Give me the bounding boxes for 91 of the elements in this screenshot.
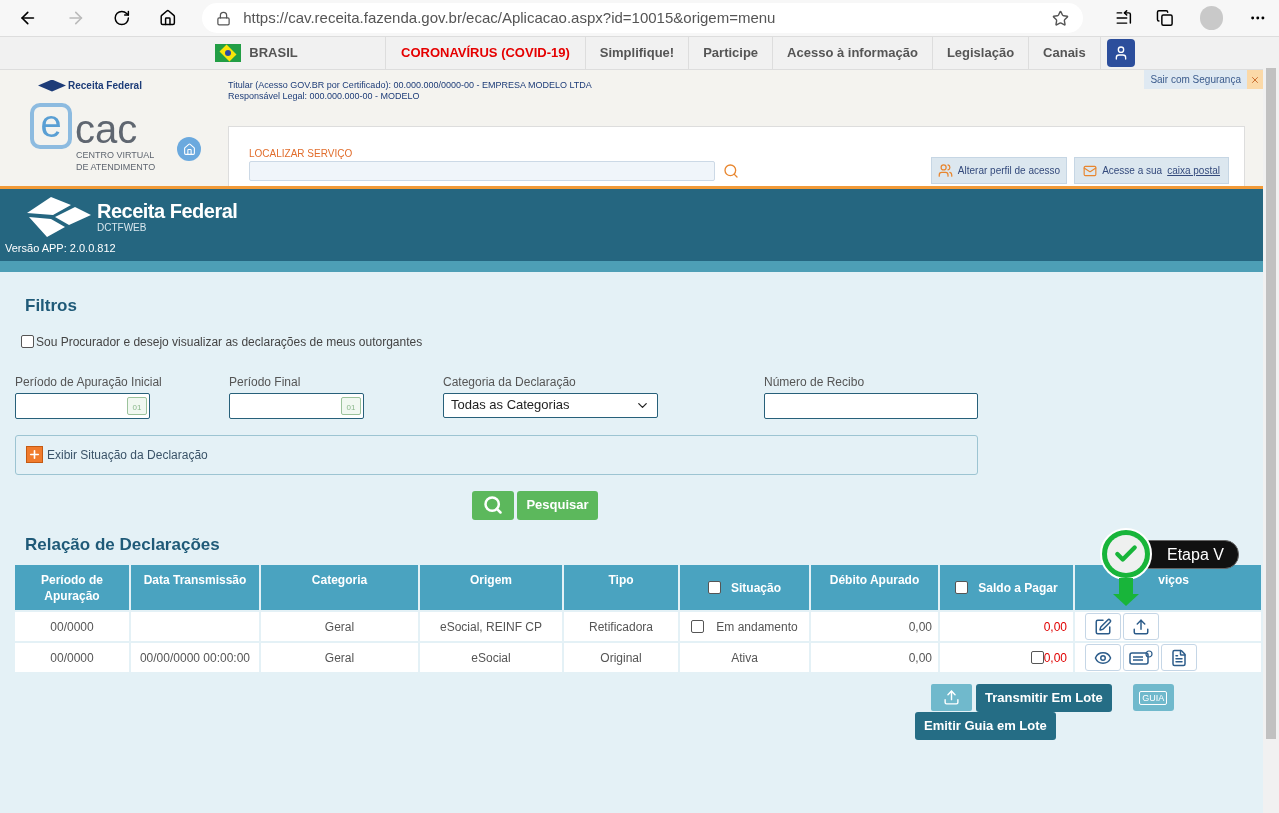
gov-nav-link[interactable]: Canais	[1029, 37, 1101, 69]
edit-button[interactable]	[1085, 613, 1121, 640]
column-header: Situação	[680, 565, 809, 610]
mail-icon	[1083, 163, 1098, 178]
receipt-number-field[interactable]	[764, 392, 978, 419]
mailbox-text: Acesse a sua	[1102, 164, 1163, 178]
mailbox-link[interactable]: caixa postal	[1167, 163, 1220, 178]
search-icon[interactable]	[723, 163, 739, 179]
checkbox[interactable]	[691, 620, 705, 633]
accessibility-icon[interactable]	[1106, 39, 1135, 67]
service-search-field[interactable]	[249, 161, 715, 181]
procurador-label: Sou Procurador e desejo visualizar as declarações de meus outorgantes	[36, 333, 423, 351]
calendar-icon: 01	[127, 396, 147, 415]
document-icon	[1170, 648, 1188, 667]
reload-icon[interactable]	[113, 9, 131, 27]
transmit-batch-tooltip: Transmitir Em Lote	[976, 684, 1112, 712]
field-label: Categoria da Declaração	[443, 373, 577, 391]
receita-federal-emblem	[25, 195, 93, 239]
table-cell: 0,00	[811, 643, 938, 672]
field-label: Número de Recibo	[764, 373, 866, 391]
gov-nav-link[interactable]: CORONAVÍRUS (COVID-19)	[386, 37, 586, 69]
step-marker-icon	[1100, 528, 1152, 606]
legal-representative-info: Responsável Legal: 000.000.000-00 - MODELO	[228, 91, 421, 102]
column-header: Saldo a Pagar	[940, 565, 1073, 610]
change-profile-button[interactable]: Alterar perfil de acesso	[930, 157, 1068, 184]
flag-icon	[215, 44, 242, 62]
upload-button[interactable]	[1123, 613, 1159, 640]
table-cell: Original	[564, 643, 678, 672]
checkbox[interactable]	[955, 581, 969, 594]
gov-nav-link[interactable]: Legislação	[932, 37, 1030, 69]
checkbox[interactable]	[21, 335, 34, 348]
search-icon	[483, 495, 504, 515]
upload-icon	[1132, 617, 1150, 636]
home-icon[interactable]	[158, 9, 177, 27]
field-label: Período de Apuração Inicial	[15, 373, 163, 391]
table-cell: 0,00	[811, 612, 938, 641]
column-header: Data Transmissão	[131, 565, 259, 610]
upload-icon	[943, 689, 960, 706]
address-bar[interactable]: https://cav.receita.fazenda.gov.br/ecac/Aplicacao.aspx?id=10015&origem=menu	[202, 3, 1083, 33]
situation-toggle[interactable]: Exibir Situação da Declaração	[47, 445, 208, 464]
declarations-title: Relação de Declarações	[25, 533, 220, 556]
document-button[interactable]	[1161, 644, 1197, 671]
card-icon	[1129, 649, 1153, 666]
star-icon[interactable]	[1051, 9, 1069, 27]
table-cell: Geral	[261, 643, 418, 672]
table-cell: eSocial	[420, 643, 562, 672]
table-cell: Retificadora	[564, 612, 678, 641]
column-header: Tipo	[564, 565, 678, 610]
country-label: BRASIL	[249, 44, 298, 63]
gov-nav-link[interactable]: Simplifique!	[585, 37, 690, 69]
gov-nav-link[interactable]: Acesso à informação	[773, 37, 933, 69]
category-select[interactable]: Todas as Categorias	[443, 392, 658, 418]
table-cell: 0,00	[940, 612, 1073, 641]
guide-icon: GUIA	[1139, 690, 1168, 705]
column-header: Categoria	[261, 565, 418, 610]
column-header: Débito Apurado	[811, 565, 938, 610]
table-cell: 00/0000	[15, 612, 129, 641]
table-cell: 00/0000	[15, 643, 129, 672]
favorites-icon[interactable]	[1114, 9, 1133, 27]
scrollbar-thumb[interactable]	[1266, 68, 1276, 739]
lock-icon	[216, 10, 232, 26]
table-cell: 0,00	[940, 643, 1073, 672]
checkbox[interactable]	[1030, 651, 1044, 664]
emit-batch-guide-tooltip: Emitir Guia em Lote	[915, 712, 1056, 740]
home-icon	[182, 142, 196, 156]
table-cell: eSocial, REINF CP	[420, 612, 562, 641]
column-header: Origem	[420, 565, 562, 610]
plus-icon[interactable]	[26, 446, 43, 463]
checkbox[interactable]	[708, 581, 721, 594]
table-cell: Em andamento	[680, 612, 809, 641]
calendar-icon: 01	[341, 396, 361, 415]
collections-icon[interactable]	[1156, 9, 1175, 27]
view-button[interactable]	[1085, 644, 1121, 671]
banner-brand: Receita Federal	[97, 200, 238, 222]
table-cell: Geral	[261, 612, 418, 641]
search-label: LOCALIZAR SERVIÇO	[249, 147, 354, 161]
ecac-logo: e cac CENTRO VIRTUAL DE ATENDIMENTO	[30, 103, 156, 173]
gov-nav-link[interactable]: Participe	[689, 37, 774, 69]
users-icon	[937, 163, 953, 178]
app-version: Versão APP: 2.0.0.812	[5, 241, 117, 256]
column-header: Período de Apuração	[15, 565, 129, 610]
field-label: Período Final	[229, 373, 302, 391]
banner-subtitle: DCTFWEB	[97, 222, 148, 234]
edit-icon	[1094, 617, 1112, 636]
table-cell: 00/00/0000 00:00:00	[131, 643, 259, 672]
close-icon[interactable]	[1247, 70, 1263, 89]
guide-button[interactable]	[1123, 644, 1159, 671]
logout-link[interactable]: Sair com Segurança	[1144, 70, 1247, 89]
receita-federal-logo: Receita Federal	[38, 78, 228, 93]
filters-title: Filtros	[25, 295, 78, 317]
table-cell: Ativa	[680, 643, 809, 672]
